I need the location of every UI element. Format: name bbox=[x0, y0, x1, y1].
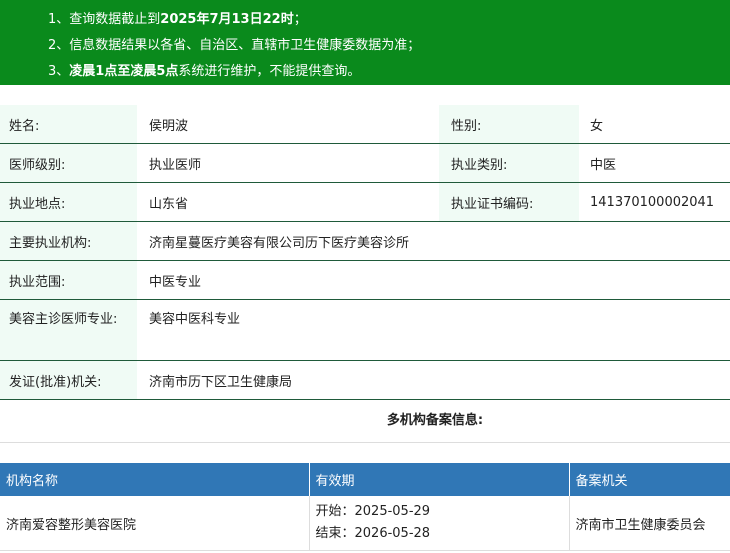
category-value: 中医 bbox=[590, 157, 617, 173]
scope-label: 执业范围: bbox=[0, 261, 137, 299]
info-row-issuer: 发证(批准)机关: 济南市历下区卫生健康局 bbox=[0, 361, 730, 400]
beauty-value: 美容中医科专业 bbox=[149, 312, 241, 327]
name-value: 侯明波 bbox=[149, 118, 189, 134]
gender-label: 性别: bbox=[439, 105, 579, 143]
issuer-label: 发证(批准)机关: bbox=[0, 361, 137, 399]
notice-text: ； bbox=[293, 12, 307, 27]
info-row-beauty: 美容主诊医师专业: 美容中医科专业 bbox=[0, 300, 730, 361]
issuer-value: 济南市历下区卫生健康局 bbox=[149, 374, 293, 390]
cert-label: 执业证书编码: bbox=[439, 183, 579, 221]
notice-banner: 1、查询数据截止到2025年7月13日22时； 2、信息数据结果以各省、自治区、… bbox=[0, 0, 730, 85]
org-label: 主要执业机构: bbox=[0, 222, 137, 260]
header-validity: 有效期 bbox=[309, 463, 570, 496]
level-value: 执业医师 bbox=[149, 157, 202, 173]
multi-institution-table: 机构名称 有效期 备案机关 济南爱容整形美容医院 开始：2025-05-29 结… bbox=[0, 463, 730, 551]
doctor-info-table: 姓名: 侯明波 性别: 女 医师级别: 执业医师 执业类别: 中医 执业地点: … bbox=[0, 105, 730, 400]
record-end-date: 结束：2026-05-28 bbox=[315, 526, 431, 541]
header-authority: 备案机关 bbox=[569, 463, 730, 496]
notice-text: 2、信息数据结果以各省、自治区、直辖市卫生健康委数据为准； bbox=[48, 38, 421, 53]
name-label: 姓名: bbox=[0, 105, 137, 143]
table-row: 济南爱容整形美容医院 开始：2025-05-29 结束：2026-05-28 济… bbox=[0, 496, 730, 551]
multi-institution-title: 多机构备案信息: bbox=[0, 400, 730, 443]
info-row-name: 姓名: 侯明波 性别: 女 bbox=[0, 105, 730, 144]
notice-text: 1、查询数据截止到 bbox=[48, 12, 161, 27]
info-row-org: 主要执业机构: 济南星蔓医疗美容有限公司历下医疗美容诊所 bbox=[0, 222, 730, 261]
notice-date: 2025年7月13日22时 bbox=[160, 12, 294, 27]
notice-line-2: 2、信息数据结果以各省、自治区、直辖市卫生健康委数据为准； bbox=[48, 33, 730, 59]
category-label: 执业类别: bbox=[439, 144, 579, 182]
record-authority: 济南市卫生健康委员会 bbox=[569, 496, 730, 551]
record-start-date: 开始：2025-05-29 bbox=[315, 504, 431, 519]
info-row-location: 执业地点: 山东省 执业证书编码: 141370100002041 bbox=[0, 183, 730, 222]
level-label: 医师级别: bbox=[0, 144, 137, 182]
notice-text: 3、 bbox=[48, 64, 70, 79]
notice-maintenance-time: 凌晨1点至凌晨5点 bbox=[69, 64, 179, 79]
notice-line-1: 1、查询数据截止到2025年7月13日22时； bbox=[48, 7, 730, 33]
scope-value: 中医专业 bbox=[149, 274, 202, 290]
info-row-level: 医师级别: 执业医师 执业类别: 中医 bbox=[0, 144, 730, 183]
location-label: 执业地点: bbox=[0, 183, 137, 221]
record-org-name: 济南爱容整形美容医院 bbox=[0, 496, 310, 551]
location-value: 山东省 bbox=[149, 196, 189, 212]
gender-value: 女 bbox=[590, 118, 604, 134]
record-validity: 开始：2025-05-29 结束：2026-05-28 bbox=[309, 496, 570, 551]
beauty-label: 美容主诊医师专业: bbox=[0, 300, 137, 360]
cert-value: 141370100002041 bbox=[590, 194, 715, 210]
info-row-scope: 执业范围: 中医专业 bbox=[0, 261, 730, 300]
notice-line-3: 3、凌晨1点至凌晨5点系统进行维护，不能提供查询。 bbox=[48, 59, 730, 85]
notice-text: 系统进行维护，不能提供查询。 bbox=[178, 64, 361, 79]
header-org-name: 机构名称 bbox=[0, 463, 310, 496]
table-header-row: 机构名称 有效期 备案机关 bbox=[0, 463, 730, 496]
org-value: 济南星蔓医疗美容有限公司历下医疗美容诊所 bbox=[149, 235, 410, 251]
